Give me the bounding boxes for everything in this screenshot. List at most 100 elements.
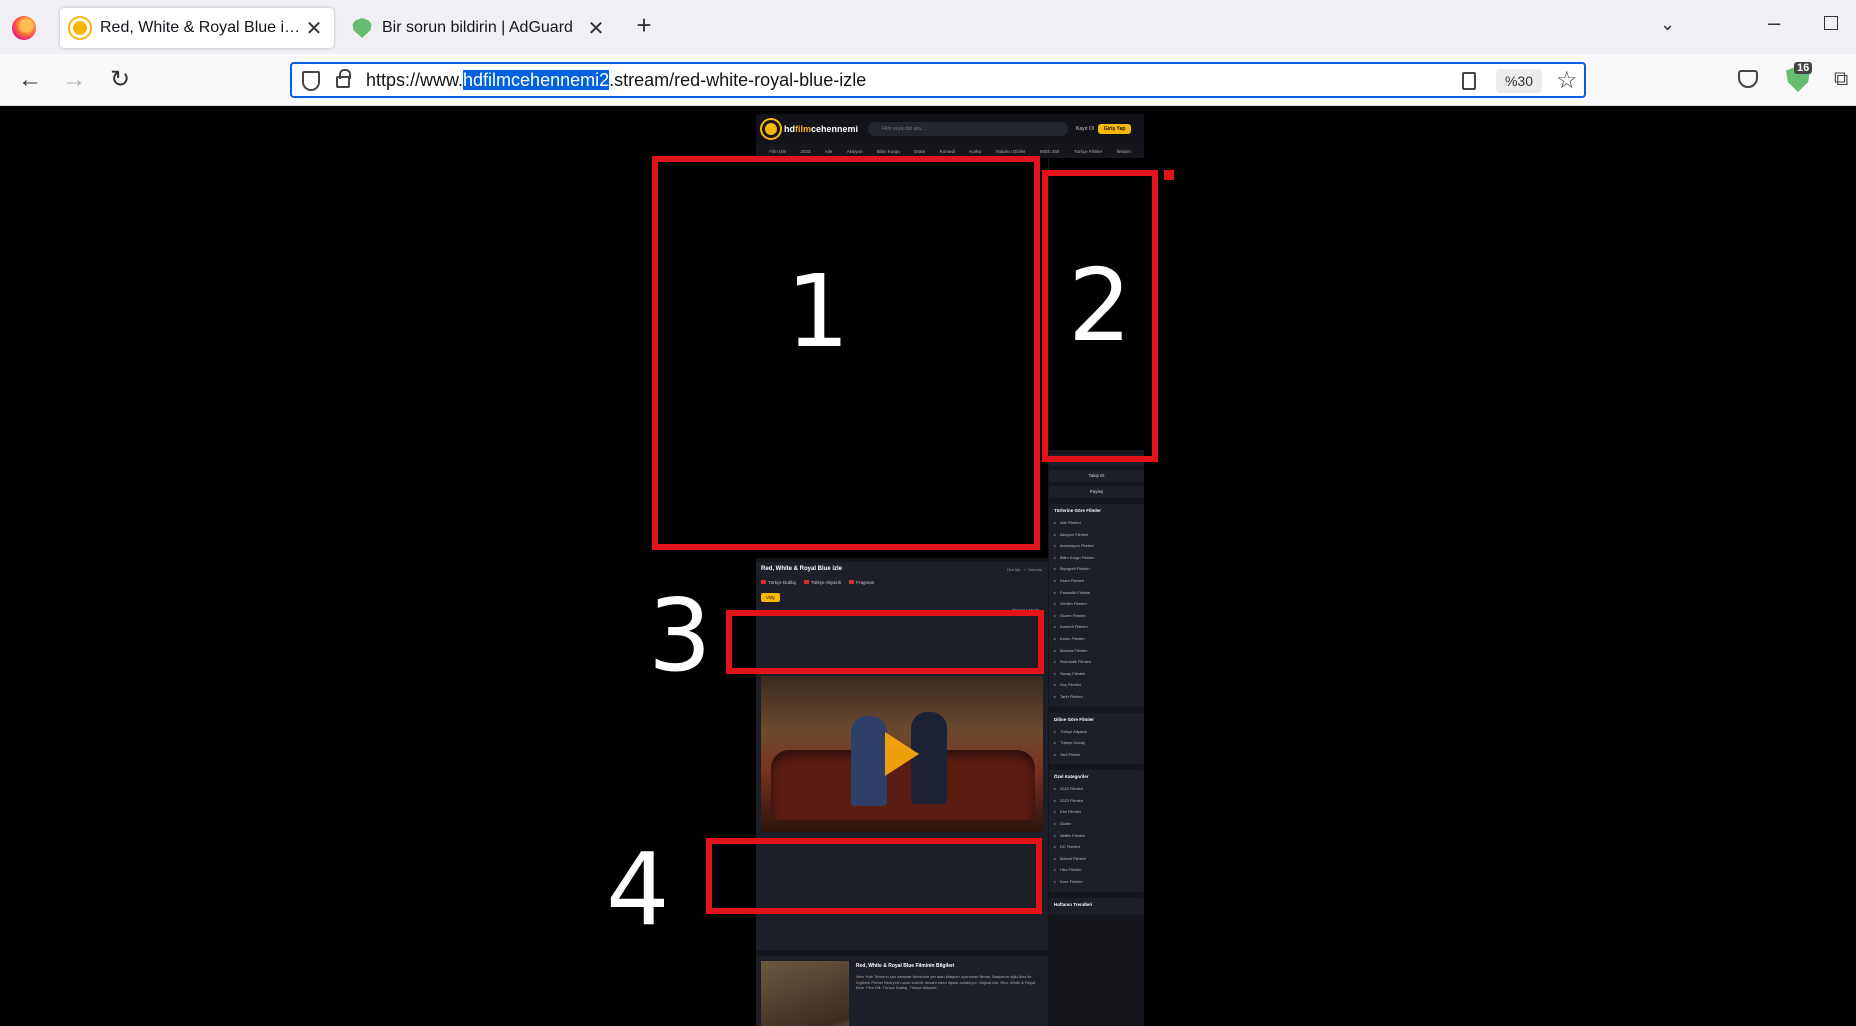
minimize-icon[interactable]: –: [1768, 10, 1780, 36]
site-search-input[interactable]: Film veya dizi ara…: [868, 122, 1069, 136]
firefox-menu-icon[interactable]: [12, 16, 36, 40]
site-header: hdfilmcehennemi Film veya dizi ara… Kayı…: [756, 114, 1144, 144]
annotation-label-3: 3: [648, 577, 712, 694]
genre-link[interactable]: Dram Filmleri: [1054, 575, 1139, 587]
genre-link[interactable]: Tarih Filmleri: [1054, 691, 1139, 703]
category-link[interactable]: Netflix Filmleri: [1054, 830, 1139, 842]
annotation-dot: [1164, 170, 1174, 180]
genre-link[interactable]: Gerilim Filmleri: [1054, 598, 1139, 610]
menu-item[interactable]: İletişim: [1117, 149, 1131, 154]
language-box: Diline Göre Filmler Türkçe Altyazılı Tür…: [1049, 712, 1144, 765]
menu-item[interactable]: Komedi: [940, 149, 955, 154]
category-link[interactable]: Esri Filmleri: [1054, 806, 1139, 818]
menu-item[interactable]: Türkçe Filmler: [1074, 149, 1103, 154]
share-button[interactable]: Paylaş: [1049, 486, 1144, 498]
person-image-shape: [851, 716, 887, 806]
genre-link[interactable]: Komedi Filmleri: [1054, 621, 1139, 633]
back-arrow-icon[interactable]: ←: [16, 66, 44, 94]
tracking-protection-icon[interactable]: [302, 71, 320, 91]
menu-item[interactable]: Bilim Kurgu: [877, 149, 900, 154]
genre-link[interactable]: Aksiyon Filmleri: [1054, 529, 1139, 541]
play-icon[interactable]: [885, 732, 919, 776]
url-bar[interactable]: https://www.hdfilmcehennemi2.stream/red-…: [290, 62, 1586, 98]
lock-icon[interactable]: [336, 69, 351, 88]
pocket-icon[interactable]: [1738, 70, 1758, 88]
close-icon[interactable]: ✕: [304, 16, 324, 41]
annotation-box-4: [706, 838, 1042, 914]
annotation-label-4: 4: [606, 831, 670, 948]
category-link[interactable]: Diziler: [1054, 818, 1139, 830]
tab-active[interactable]: Red, White & Royal Blue izle | H ✕: [60, 8, 334, 48]
genre-link[interactable]: Suç Filmleri: [1054, 679, 1139, 691]
genre-link[interactable]: Biyografi Filmleri: [1054, 563, 1139, 575]
menu-item[interactable]: 2023: [800, 149, 810, 154]
tab-inactive[interactable]: Bir sorun bildirin | AdGuard ✕: [342, 8, 616, 48]
menu-item[interactable]: Yabancı Diziler: [996, 149, 1026, 154]
tab-fragman[interactable]: Fragman: [849, 580, 874, 585]
tab-altyazi[interactable]: Türkçe Altyazılı: [804, 580, 842, 585]
language-tabs: Türkçe Dublaj Türkçe Altyazılı Fragman: [761, 580, 1043, 585]
movie-info-card: Red, White & Royal Blue Filminin Bilgile…: [756, 956, 1048, 1026]
genre-link[interactable]: Korku Filmleri: [1054, 633, 1139, 645]
tab-title: Red, White & Royal Blue izle | H: [100, 19, 304, 36]
url-prefix: https://www.: [366, 70, 464, 90]
reader-view-icon[interactable]: [1462, 72, 1476, 90]
navigation-toolbar: ← → ↻ https://www.hdfilmcehennemi2.strea…: [0, 54, 1856, 106]
genre-link[interactable]: Fantastik Filmleri: [1054, 587, 1139, 599]
site-favicon-icon: [70, 18, 90, 38]
category-link[interactable]: Kore Filmleri: [1054, 876, 1139, 888]
chevron-down-icon[interactable]: ⌄: [1660, 14, 1675, 35]
video-player[interactable]: [761, 676, 1043, 832]
category-link[interactable]: Marvel Filmleri: [1054, 853, 1139, 865]
player-meta: Dizi tipi · ✓ Sorunlu: [1007, 567, 1042, 572]
category-link[interactable]: Hbo Filmleri: [1054, 864, 1139, 876]
genre-link[interactable]: Romantik Filmleri: [1054, 656, 1139, 668]
category-link[interactable]: 2023 Filmleri: [1054, 795, 1139, 807]
restore-window-icon[interactable]: [1824, 16, 1838, 30]
reload-icon[interactable]: ↻: [106, 66, 134, 94]
language-link[interactable]: Türkçe Dublaj: [1054, 737, 1139, 749]
site-logo[interactable]: hdfilmcehennemi: [784, 124, 858, 134]
source-button[interactable]: Vidy: [761, 593, 780, 602]
category-link[interactable]: 2022 Filmleri: [1054, 783, 1139, 795]
bookmark-star-icon[interactable]: ☆: [1556, 66, 1578, 95]
menu-item[interactable]: Korku: [969, 149, 981, 154]
genre-link[interactable]: Macera Filmleri: [1054, 645, 1139, 657]
movie-title: Red, White & Royal Blue izle: [761, 566, 843, 572]
adguard-badge: 16: [1794, 62, 1813, 74]
tab-dublaj[interactable]: Türkçe Dublaj: [761, 580, 796, 585]
menu-item[interactable]: Aile: [825, 149, 833, 154]
box-heading: Türlerine Göre Filmler: [1054, 508, 1102, 513]
close-icon[interactable]: ✕: [586, 16, 606, 41]
menu-item[interactable]: IMDb 250: [1040, 149, 1060, 154]
annotation-label-1: 1: [786, 253, 850, 370]
login-button[interactable]: Giriş Yap: [1097, 124, 1132, 134]
info-description: New York Times'ın çok satanlar listesind…: [856, 974, 1036, 990]
logo-icon[interactable]: [762, 120, 780, 138]
logo-part: cehennemi: [811, 124, 859, 134]
tab-title: Bir sorun bildirin | AdGuard: [382, 19, 573, 36]
language-link[interactable]: Türkçe Altyazılı: [1054, 726, 1139, 738]
trends-box: Haftanın Trendleri: [1049, 897, 1144, 915]
genre-link[interactable]: Gizem Filmleri: [1054, 610, 1139, 622]
genre-link[interactable]: Animasyon Filmleri: [1054, 540, 1139, 552]
info-title: Red, White & Royal Blue Filminin Bilgile…: [856, 963, 955, 969]
extensions-icon[interactable]: ⧉: [1834, 68, 1848, 91]
category-link[interactable]: DC Filmleri: [1054, 841, 1139, 853]
new-tab-icon[interactable]: +: [630, 12, 658, 40]
follow-button[interactable]: Takip Et: [1049, 470, 1144, 482]
menu-item[interactable]: Film İzle: [769, 149, 786, 154]
register-link[interactable]: Kayıt Ol: [1076, 126, 1094, 132]
forward-arrow-icon[interactable]: →: [60, 66, 88, 94]
movie-poster[interactable]: [761, 961, 849, 1026]
special-categories-box: Özel Kategoriler 2022 Filmleri 2023 Film…: [1049, 770, 1144, 892]
language-link[interactable]: Yerli Filmler: [1054, 749, 1139, 761]
menu-item[interactable]: Dram: [914, 149, 925, 154]
genre-link[interactable]: Savaş Filmleri: [1054, 668, 1139, 680]
genre-link[interactable]: Bilim Kurgu Filmleri: [1054, 552, 1139, 564]
menu-item[interactable]: Aksiyon: [847, 149, 863, 154]
url-text[interactable]: https://www.hdfilmcehennemi2.stream/red-…: [366, 70, 866, 91]
zoom-level[interactable]: %30: [1496, 69, 1542, 93]
genre-link[interactable]: Aile Filmleri: [1054, 517, 1139, 529]
genres-box: Türlerine Göre Filmler Aile Filmleri Aks…: [1049, 504, 1144, 707]
